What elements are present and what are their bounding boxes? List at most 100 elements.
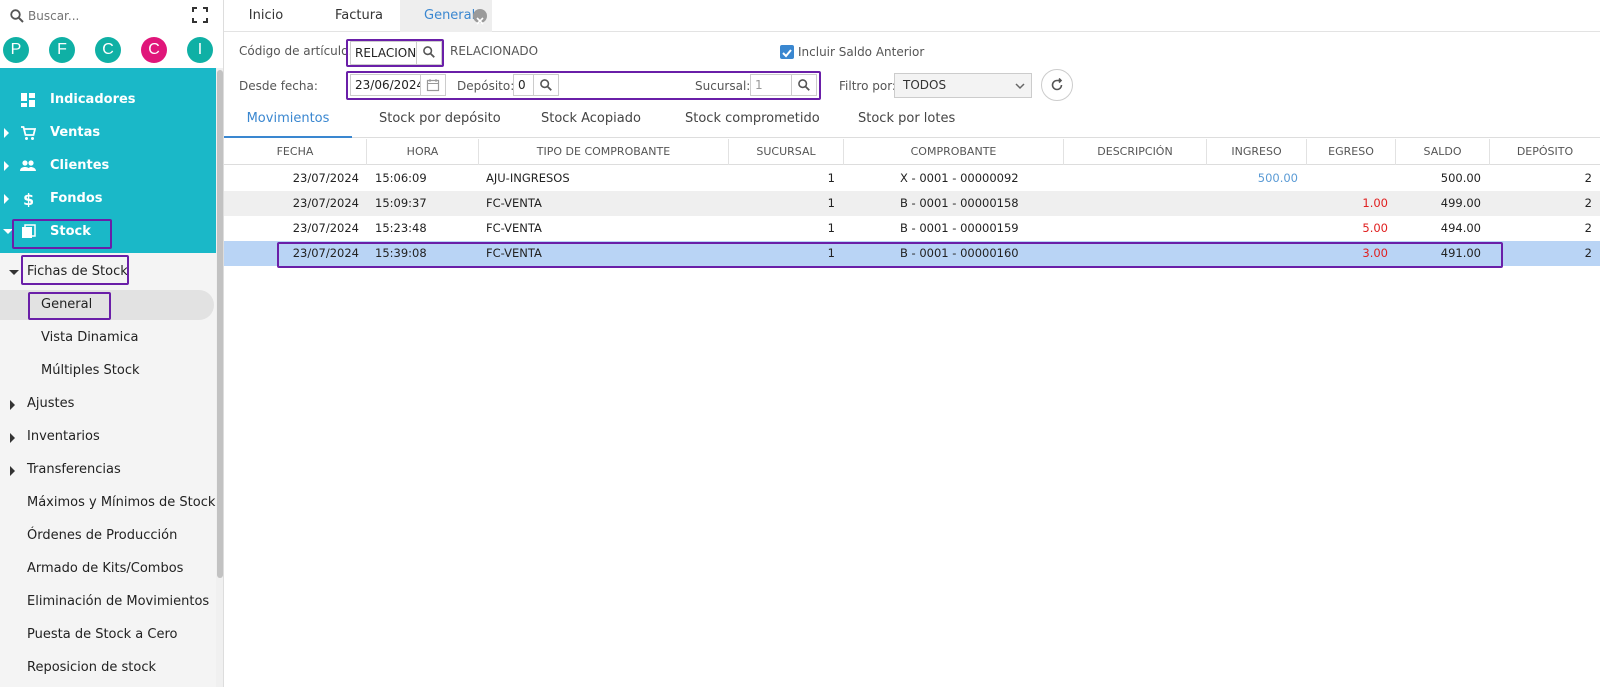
cell-hora: 15:09:37 xyxy=(375,196,427,210)
search-icon xyxy=(10,9,24,23)
svg-text:$: $ xyxy=(23,191,34,207)
sidebar-item-label: General xyxy=(41,297,93,312)
cell-saldo: 494.00 xyxy=(1440,221,1481,235)
sidebar-item-fondos[interactable]: $ Fondos xyxy=(0,184,216,214)
search-icon xyxy=(540,79,552,91)
tab-stock-acopiado[interactable]: Stock Acopiado xyxy=(541,104,641,138)
column-header-hora[interactable]: HORA xyxy=(367,139,479,165)
filtro-select[interactable]: TODOS xyxy=(894,73,1032,98)
tab-stock-comprometido[interactable]: Stock comprometido xyxy=(685,104,820,138)
sidebar-item-stock[interactable]: Stock xyxy=(0,217,216,247)
tab-label: Stock por depósito xyxy=(379,111,501,126)
tab-stock-por-deposito[interactable]: Stock por depósito xyxy=(379,104,501,138)
cart-icon xyxy=(21,126,36,140)
sidebar-item-eliminacion-movimientos[interactable]: Eliminación de Movimientos xyxy=(0,587,216,617)
cell-sucursal: 1 xyxy=(827,171,835,185)
column-header-fecha[interactable]: FECHA xyxy=(224,139,367,165)
sidebar-item-transferencias[interactable]: Transferencias xyxy=(0,455,216,485)
close-icon[interactable] xyxy=(473,9,487,25)
sidebar-item-reposicion-stock[interactable]: Reposicion de stock xyxy=(0,653,216,683)
cell-fecha: 23/07/2024 xyxy=(292,246,359,260)
sidebar-item-maximos-minimos[interactable]: Máximos y Mínimos de Stock xyxy=(0,488,216,518)
avatar-i[interactable]: I xyxy=(187,37,213,63)
table-row[interactable]: 23/07/2024 15:09:37 FC-VENTA 1 B - 0001 … xyxy=(224,191,1600,216)
table-row-selected[interactable]: 23/07/2024 15:39:08 FC-VENTA 1 B - 0001 … xyxy=(224,241,1600,266)
sucursal-search-button[interactable] xyxy=(791,74,817,96)
deposito-search-button[interactable] xyxy=(533,74,559,96)
incluir-saldo-label: Incluir Saldo Anterior xyxy=(798,45,925,59)
cell-fecha: 23/07/2024 xyxy=(292,171,359,185)
avatar-p[interactable]: P xyxy=(3,37,29,63)
fullscreen-icon[interactable] xyxy=(192,7,208,23)
sidebar-item-indicadores[interactable]: Indicadores xyxy=(0,85,216,115)
sidebar-item-armado-kits[interactable]: Armado de Kits/Combos xyxy=(0,554,216,584)
sidebar-item-ordenes-produccion[interactable]: Órdenes de Producción xyxy=(0,521,216,551)
sidebar-item-multiples-stock[interactable]: Múltiples Stock xyxy=(0,356,216,386)
avatar-c[interactable]: C xyxy=(95,37,121,63)
cell-hora: 15:23:48 xyxy=(375,221,427,235)
table-header: FECHA HORA TIPO DE COMPROBANTE SUCURSAL … xyxy=(224,139,1600,165)
chevron-right-icon xyxy=(4,161,9,171)
sidebar-scrollbar[interactable] xyxy=(216,68,223,687)
main-content: Inicio Factura General Código de artícul… xyxy=(224,0,1600,687)
tab-stock-por-lotes[interactable]: Stock por lotes xyxy=(858,104,955,138)
codigo-search-button[interactable] xyxy=(416,41,442,65)
column-header-saldo[interactable]: SALDO xyxy=(1396,139,1490,165)
column-header-comprobante[interactable]: COMPROBANTE xyxy=(844,139,1064,165)
search-input[interactable] xyxy=(28,6,178,26)
cell-deposito: 2 xyxy=(1584,221,1592,235)
chevron-right-icon xyxy=(4,194,9,204)
calendar-button[interactable] xyxy=(420,74,446,96)
search-icon xyxy=(798,79,810,91)
sidebar-item-general[interactable]: General xyxy=(0,290,214,320)
column-header-descripcion[interactable]: DESCRIPCIÓN xyxy=(1064,139,1207,165)
sidebar-item-label: Vista Dinamica xyxy=(41,330,139,345)
column-header-ingreso[interactable]: INGRESO xyxy=(1207,139,1307,165)
box-icon xyxy=(22,224,36,238)
tab-factura[interactable]: Factura xyxy=(308,0,410,32)
cell-sucursal: 1 xyxy=(827,221,835,235)
tab-movimientos[interactable]: Movimientos xyxy=(224,104,352,138)
chevron-down-icon xyxy=(3,229,13,234)
cell-egreso: 5.00 xyxy=(1362,221,1388,235)
cell-ingreso xyxy=(1207,241,1298,266)
sidebar-item-label: Transferencias xyxy=(27,462,121,477)
avatar-f[interactable]: F xyxy=(49,37,75,63)
sidebar-item-label: Puesta de Stock a Cero xyxy=(27,627,178,642)
sucursal-input[interactable] xyxy=(750,74,792,96)
sidebar-item-fichas-de-stock[interactable]: Fichas de Stock xyxy=(0,257,216,287)
sidebar-item-label: Ajustes xyxy=(27,396,75,411)
cell-ingreso xyxy=(1207,216,1298,241)
sidebar-item-inventarios[interactable]: Inventarios xyxy=(0,422,216,452)
incluir-saldo-checkbox[interactable] xyxy=(780,45,794,59)
cell-hora: 15:39:08 xyxy=(375,246,427,260)
sidebar-item-label: Múltiples Stock xyxy=(41,363,140,378)
cell-egreso: 3.00 xyxy=(1362,246,1388,260)
avatar-c-pink[interactable]: C xyxy=(141,37,167,63)
cell-saldo: 500.00 xyxy=(1440,171,1481,185)
sidebar-item-label: Clientes xyxy=(50,158,110,173)
table-row[interactable]: 23/07/2024 15:06:09 AJU-INGRESOS 1 X - 0… xyxy=(224,166,1600,191)
column-header-egreso[interactable]: EGRESO xyxy=(1307,139,1396,165)
cell-sucursal: 1 xyxy=(827,196,835,210)
column-header-tipo[interactable]: TIPO DE COMPROBANTE xyxy=(479,139,729,165)
sidebar-item-vista-dinamica[interactable]: Vista Dinamica xyxy=(0,323,216,353)
sidebar-item-ajustes[interactable]: Ajustes xyxy=(0,389,216,419)
deposito-input[interactable] xyxy=(513,74,535,96)
tab-label: Stock comprometido xyxy=(685,111,820,126)
dashboard-icon xyxy=(21,93,35,107)
tab-general[interactable]: General xyxy=(400,0,492,32)
cell-comprobante: B - 0001 - 00000158 xyxy=(900,196,1019,210)
table-row[interactable]: 23/07/2024 15:23:48 FC-VENTA 1 B - 0001 … xyxy=(224,216,1600,241)
sidebar-item-ventas[interactable]: Ventas xyxy=(0,118,216,148)
deposito-label: Depósito: xyxy=(457,79,515,93)
refresh-button[interactable] xyxy=(1041,69,1073,101)
scrollbar-thumb[interactable] xyxy=(217,70,223,578)
chevron-down-icon xyxy=(1015,83,1025,90)
sidebar-item-puesta-stock-cero[interactable]: Puesta de Stock a Cero xyxy=(0,620,216,650)
column-header-sucursal[interactable]: SUCURSAL xyxy=(729,139,844,165)
tab-inicio[interactable]: Inicio xyxy=(224,0,308,32)
sidebar-item-clientes[interactable]: Clientes xyxy=(0,151,216,181)
chevron-right-icon xyxy=(4,128,9,138)
column-header-deposito[interactable]: DEPÓSITO xyxy=(1490,139,1600,165)
